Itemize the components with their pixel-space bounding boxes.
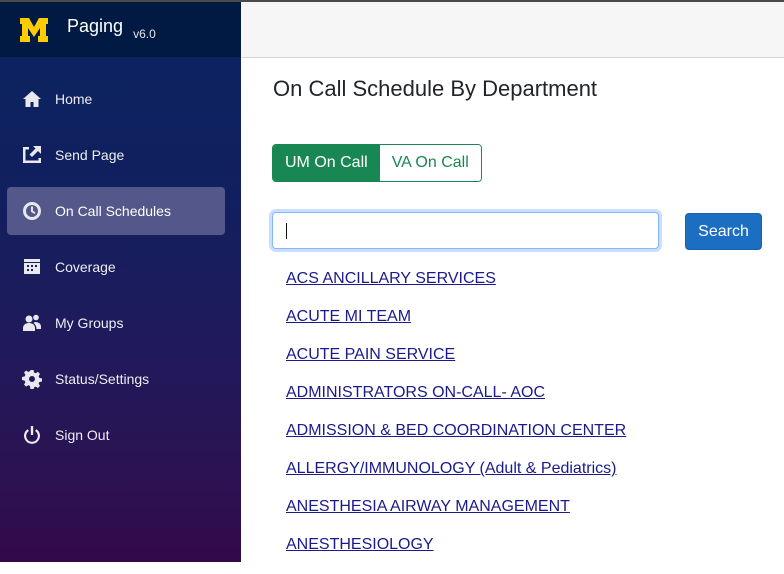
sidebar-item-label: Status/Settings	[55, 371, 150, 387]
department-link[interactable]: ACUTE PAIN SERVICE	[286, 346, 455, 363]
list-item: ANESTHESIA AIRWAY MANAGEMENT	[286, 498, 626, 536]
list-item: ADMINISTRATORS ON-CALL- AOC	[286, 384, 626, 422]
university-logo-icon[interactable]	[19, 17, 49, 43]
sidebar-item-label: Home	[55, 91, 93, 107]
sidebar-item-sign-out[interactable]: Sign Out	[7, 411, 225, 459]
search-button[interactable]: Search	[685, 213, 762, 250]
gear-icon	[22, 369, 42, 389]
sidebar-item-label: My Groups	[55, 315, 124, 331]
brand-header: Paging v6.0	[0, 2, 241, 57]
list-item: ANESTHESIOLOGY	[286, 536, 626, 574]
va-on-call-button[interactable]: VA On Call	[379, 145, 481, 181]
list-item: ACUTE MI TEAM	[286, 308, 626, 346]
main-content: On Call Schedule By Department UM On Cal…	[241, 58, 784, 562]
department-link[interactable]: ANESTHESIOLOGY	[286, 536, 434, 553]
text-cursor	[286, 223, 287, 239]
home-icon	[22, 89, 42, 109]
sidebar-item-send-page[interactable]: Send Page	[7, 131, 225, 179]
on-call-source-toggle: UM On Call VA On Call	[272, 144, 482, 182]
app-title: Paging	[67, 16, 124, 36]
department-search-input[interactable]	[272, 212, 659, 249]
department-link[interactable]: ANESTHESIA AIRWAY MANAGEMENT	[286, 498, 570, 515]
department-link[interactable]: ACUTE MI TEAM	[286, 308, 411, 325]
app-version: v6.0	[133, 26, 156, 41]
department-link[interactable]: ADMISSION & BED COORDINATION CENTER	[286, 422, 626, 439]
department-list: ACS ANCILLARY SERVICES ACUTE MI TEAM ACU…	[286, 270, 626, 574]
send-page-icon	[22, 145, 42, 165]
power-icon	[22, 425, 42, 445]
list-item: ACS ANCILLARY SERVICES	[286, 270, 626, 308]
sidebar-item-home[interactable]: Home	[7, 75, 225, 123]
sidebar-item-label: Sign Out	[55, 427, 110, 443]
users-icon	[22, 313, 42, 333]
sidebar-item-label: Coverage	[55, 259, 116, 275]
department-link[interactable]: ACS ANCILLARY SERVICES	[286, 270, 496, 287]
clock-icon	[22, 201, 42, 221]
list-item: ALLERGY/IMMUNOLOGY (Adult & Pediatrics)	[286, 460, 626, 498]
page-title: On Call Schedule By Department	[273, 76, 598, 101]
sidebar-item-label: On Call Schedules	[55, 203, 171, 219]
list-item: ACUTE PAIN SERVICE	[286, 346, 626, 384]
calendar-icon	[22, 257, 42, 277]
sidebar-item-on-call-schedules[interactable]: On Call Schedules	[7, 187, 225, 235]
um-on-call-button[interactable]: UM On Call	[273, 145, 380, 181]
list-item: ADMISSION & BED COORDINATION CENTER	[286, 422, 626, 460]
sidebar-item-status-settings[interactable]: Status/Settings	[7, 355, 225, 403]
sidebar: Paging v6.0 Home Send Page On Call Sched…	[0, 2, 241, 562]
department-link[interactable]: ALLERGY/IMMUNOLOGY (Adult & Pediatrics)	[286, 460, 616, 477]
top-bar	[241, 2, 784, 58]
sidebar-item-my-groups[interactable]: My Groups	[7, 299, 225, 347]
sidebar-item-coverage[interactable]: Coverage	[7, 243, 225, 291]
sidebar-item-label: Send Page	[55, 147, 125, 163]
department-link[interactable]: ADMINISTRATORS ON-CALL- AOC	[286, 384, 545, 401]
